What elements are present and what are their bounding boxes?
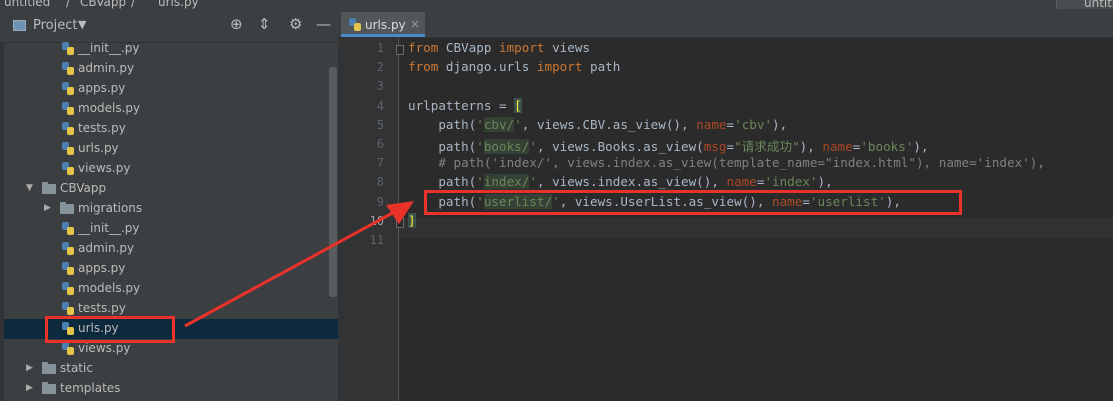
tree-item-label: tests.py	[78, 301, 126, 315]
tree-file[interactable]: urls.py	[4, 139, 338, 159]
code-line[interactable]: # path('index/', views.index.as_view(tem…	[408, 155, 1045, 170]
tree-folder[interactable]: ▶ migrations	[4, 199, 338, 219]
chevron-right-icon[interactable]: ▶	[26, 363, 33, 373]
tree-item-label: __init__.py	[78, 41, 140, 55]
run-config-tab[interactable]: untit	[1056, 0, 1113, 9]
line-number: 9	[376, 194, 384, 209]
tree-item-label: apps.py	[78, 261, 126, 275]
project-title[interactable]: Project	[33, 18, 77, 33]
tree-item-label: admin.py	[78, 241, 135, 255]
folder-icon	[42, 382, 56, 394]
line-number: 6	[376, 137, 384, 151]
tree-file[interactable]: models.py	[4, 99, 338, 119]
python-file-icon	[62, 142, 74, 155]
line-number: 2	[376, 60, 384, 75]
line-number: 10	[369, 213, 384, 228]
tree-item-label: models.py	[78, 281, 141, 295]
breadcrumb-sep: /	[131, 0, 136, 9]
chevron-down-icon[interactable]: ▼	[78, 18, 86, 31]
tree-file[interactable]: models.py	[4, 279, 338, 299]
tree-file[interactable]: apps.py	[4, 259, 338, 279]
breadcrumb-folder[interactable]: CBVapp	[80, 0, 126, 9]
python-file-icon	[62, 162, 74, 175]
fold-marker-icon[interactable]	[396, 45, 404, 55]
tree-item-label: apps.py	[78, 81, 126, 95]
folder-icon	[60, 202, 74, 214]
tree-item-label: __init__.py	[78, 221, 140, 235]
code-line[interactable]: path('books/', views.Books.as_view(msg="…	[408, 136, 929, 155]
folder-icon	[42, 182, 56, 194]
navigation-bar: untitled / CBVapp / urls.py untit	[0, 0, 1113, 9]
editor-tabbar: urls.py ×	[338, 9, 1113, 38]
python-file-icon	[62, 222, 74, 235]
tree-file[interactable]: apps.py	[4, 79, 338, 99]
tree-file[interactable]: tests.py	[4, 119, 338, 139]
tree-item-label: views.py	[78, 161, 131, 175]
python-file-icon	[62, 302, 74, 315]
line-number: 11	[369, 233, 384, 247]
code-line[interactable]: ]	[408, 212, 416, 228]
breadcrumb-file[interactable]: urls.py	[158, 0, 199, 9]
python-file-icon	[349, 18, 361, 31]
python-file-icon	[62, 62, 74, 75]
code-line[interactable]: from django.urls import path	[408, 59, 620, 74]
folder-icon	[42, 362, 56, 374]
code-line[interactable]: path('index/', views.index.as_view(), na…	[408, 174, 833, 190]
tree-item-label: tests.py	[78, 121, 126, 135]
annotation-box-file	[45, 316, 175, 343]
tree-folder[interactable]: ▼ CBVapp	[4, 179, 338, 199]
tree-file[interactable]: admin.py	[4, 59, 338, 79]
fold-marker-icon[interactable]	[396, 217, 404, 228]
python-file-icon	[62, 42, 74, 55]
tree-folder[interactable]: ▶ static	[4, 359, 338, 379]
breadcrumb-sep: /	[66, 0, 71, 9]
python-file-icon	[62, 82, 74, 95]
line-number: 1	[376, 41, 384, 55]
breadcrumb-project[interactable]: untitled	[4, 0, 50, 9]
target-icon[interactable]: ⊕	[230, 15, 243, 33]
tree-item-label: admin.py	[78, 61, 135, 75]
python-file-icon	[62, 122, 74, 135]
project-panel-header: Project ▼ ⊕ ⇕ ⚙ —	[0, 9, 338, 43]
run-config-label: untit	[1084, 0, 1112, 9]
line-number: 3	[376, 79, 384, 94]
tree-item-label: migrations	[78, 201, 143, 215]
python-file-icon	[62, 102, 74, 115]
line-number: 5	[376, 117, 384, 132]
python-file-icon	[62, 262, 74, 275]
tree-file[interactable]: __init__.py	[4, 219, 338, 239]
project-icon	[13, 20, 26, 31]
line-number: 7	[376, 156, 384, 171]
tree-item-label: CBVapp	[60, 181, 107, 195]
tree-folder[interactable]: ▶ templates	[4, 379, 338, 399]
current-line-highlight	[399, 218, 1113, 238]
collapse-icon[interactable]: ⇕	[258, 15, 271, 33]
tree-item-label: models.py	[78, 101, 141, 115]
line-number: 4	[376, 98, 384, 113]
code-line[interactable]: from CBVapp import views	[408, 40, 590, 55]
line-number: 8	[376, 175, 384, 190]
gear-icon[interactable]: ⚙	[289, 15, 302, 33]
tree-item-label: views.py	[78, 341, 131, 355]
tree-scrollbar[interactable]	[329, 67, 337, 297]
tree-item-label: templates	[60, 381, 121, 395]
close-icon[interactable]: ×	[410, 17, 420, 31]
chevron-right-icon[interactable]: ▶	[44, 203, 51, 213]
tree-file[interactable]: admin.py	[4, 239, 338, 259]
tree-item-label: static	[60, 361, 93, 375]
code-line[interactable]: urlpatterns = [	[408, 97, 522, 113]
hide-icon[interactable]: —	[316, 15, 331, 33]
python-file-icon	[62, 242, 74, 255]
python-file-icon	[62, 282, 74, 295]
chevron-down-icon[interactable]: ▼	[26, 183, 33, 193]
tab-urls-py[interactable]: urls.py ×	[341, 12, 425, 37]
tree-item-label: urls.py	[78, 141, 119, 155]
annotation-box-code	[424, 190, 962, 215]
python-file-icon	[62, 342, 74, 355]
tree-file[interactable]: __init__.py	[4, 39, 338, 59]
chevron-right-icon[interactable]: ▶	[26, 383, 33, 393]
tab-label: urls.py	[365, 18, 406, 32]
code-line[interactable]: path('cbv/', views.CBV.as_view(), name='…	[408, 116, 787, 132]
tree-file[interactable]: views.py	[4, 159, 338, 179]
